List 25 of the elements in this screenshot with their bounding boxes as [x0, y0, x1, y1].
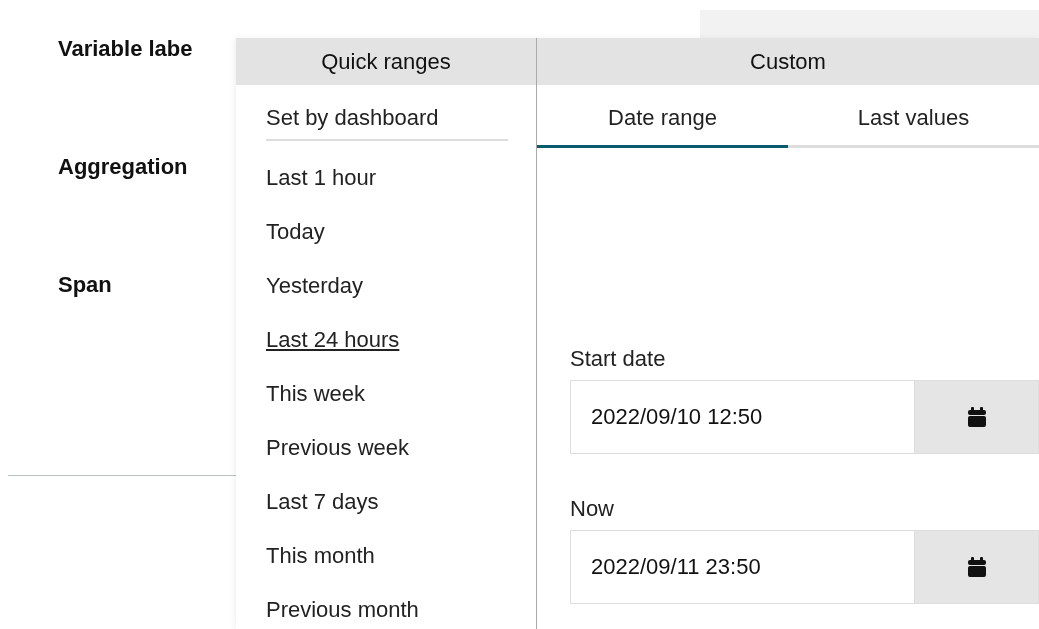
tab[interactable]: Date range	[537, 85, 788, 148]
quick-range-item[interactable]: Yesterday	[266, 273, 508, 327]
date-field[interactable]: 2022/09/11 23:50	[570, 530, 914, 604]
field-label: Span	[58, 274, 113, 299]
calendar-icon	[967, 407, 986, 427]
calendar-icon	[967, 557, 986, 577]
quick-range-item[interactable]: Previous week	[266, 435, 508, 489]
calendar-button[interactable]	[914, 530, 1039, 604]
calendar-button[interactable]	[914, 380, 1039, 454]
quick-range-item[interactable]: Today	[266, 219, 508, 273]
tab[interactable]: Last values	[788, 85, 1039, 148]
quick-range-item[interactable]: This month	[266, 543, 508, 597]
quick-range-item[interactable]: Last 1 hour	[266, 165, 508, 219]
quick-range-item[interactable]: Last 7 days	[266, 489, 508, 543]
field-label: Aggregation	[58, 156, 189, 181]
date-field[interactable]: 2022/09/10 12:50	[570, 380, 914, 454]
quick-range-item[interactable]: Previous month	[266, 597, 508, 629]
field-label: Variable labe	[58, 38, 193, 63]
quick-range-item[interactable]: Last 24 hours	[266, 327, 508, 381]
quick-range-item[interactable]: This week	[266, 381, 508, 435]
field-label: Start date	[570, 346, 667, 372]
column-header: Custom	[537, 38, 1039, 85]
field-label: Now	[570, 496, 615, 522]
column-header: Quick ranges	[236, 38, 536, 85]
quick-range-item[interactable]: Set by dashboard	[266, 105, 508, 135]
